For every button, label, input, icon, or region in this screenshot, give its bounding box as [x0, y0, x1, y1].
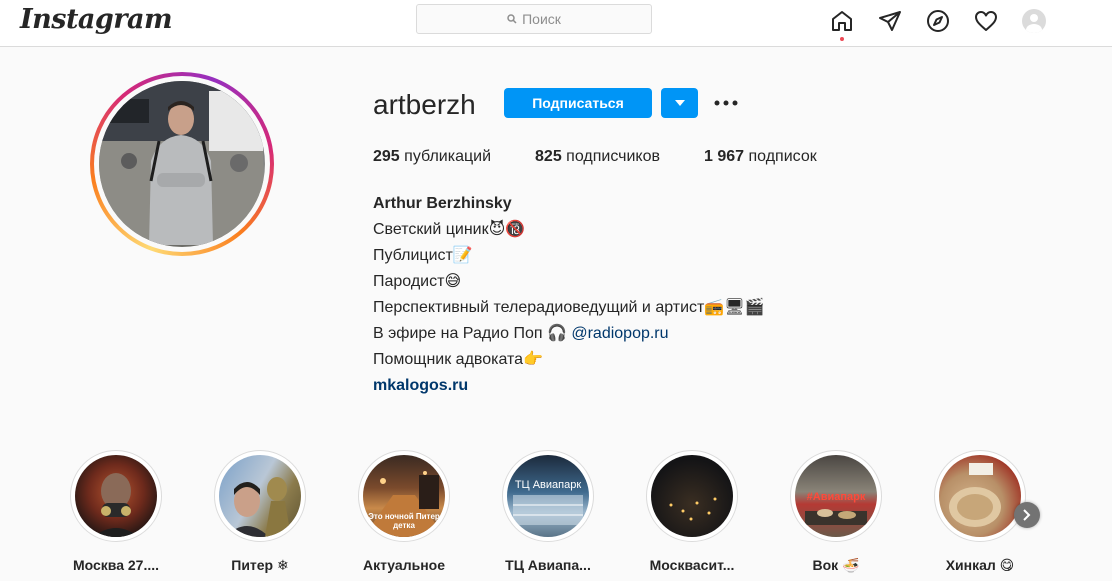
home-button[interactable] — [828, 7, 856, 41]
highlight-item[interactable]: ТЦ Авиапарк ТЦ Авиапа... — [488, 450, 608, 573]
notification-dot — [840, 37, 844, 41]
highlight-item[interactable]: Это ночной Питер детка Актуальное — [344, 450, 464, 573]
profile-bio: Arthur Berzhinsky Светский циник😈🔞 Публи… — [373, 191, 765, 399]
bio-line-text: В эфире на Радио Поп 🎧 — [373, 325, 572, 342]
story-highlights: Москва 27.... Питер ❄ Это ночной Питер д… — [56, 450, 1112, 581]
posts-count: 295 — [373, 148, 400, 165]
explore-icon — [927, 10, 949, 32]
instagram-logo[interactable]: Instagram — [20, 4, 173, 35]
gas-mask-illustration — [93, 473, 139, 537]
direct-button[interactable] — [876, 7, 904, 35]
dish-illustration — [949, 463, 1001, 527]
highlight-ring: #Авиапарк — [790, 450, 882, 542]
more-dots-icon — [714, 100, 738, 106]
bio-line: Светский циник😈🔞 — [373, 221, 526, 238]
explore-button[interactable] — [924, 7, 952, 35]
followers-label: подписчиков — [566, 148, 660, 165]
profile-button[interactable] — [1020, 7, 1048, 35]
profile-avatar-icon — [1022, 9, 1046, 33]
top-navigation-bar: Instagram Поиск — [0, 0, 1112, 47]
highlight-label: ТЦ Авиапа... — [505, 557, 591, 573]
highlight-ring: ТЦ Авиапарк — [502, 450, 594, 542]
bio-line: Публицист📝 — [373, 247, 473, 264]
search-placeholder: Поиск — [522, 11, 561, 27]
highlight-ring — [214, 450, 306, 542]
highlight-cover: ТЦ Авиапарк — [507, 455, 589, 537]
highlight-item[interactable]: #Авиапарк Вок 🍜 — [776, 450, 896, 574]
posts-label: публикаций — [404, 148, 492, 165]
highlight-ring — [70, 450, 162, 542]
following-label: подписок — [748, 148, 817, 165]
direct-icon — [879, 11, 901, 31]
profile-photo-illustration — [99, 81, 263, 245]
following-stat[interactable]: 1 967 подписок — [704, 148, 817, 166]
highlight-label: Вок 🍜 — [812, 557, 860, 573]
highlight-cover: Это ночной Питер детка — [363, 455, 445, 537]
selfie-illustration — [225, 477, 291, 537]
highlight-label: Актуальное — [362, 557, 445, 573]
bio-line: Помощник адвоката👉 — [373, 351, 543, 368]
city-night-illustration — [669, 497, 717, 521]
followers-count: 825 — [535, 148, 562, 165]
follow-button[interactable]: Подписаться — [504, 88, 652, 118]
bio-line: В эфире на Радио Поп 🎧 @radiopop.ru — [373, 321, 765, 347]
highlight-label: Москвасит... — [649, 557, 735, 573]
highlight-label: Москва 27.... — [72, 557, 160, 573]
highlight-label: Хинкал 😋 — [945, 557, 1015, 573]
highlight-ring — [934, 450, 1026, 542]
profile-username: artberzh — [373, 89, 476, 120]
mall-illustration — [513, 495, 583, 525]
profile-photo — [99, 81, 265, 247]
highlight-cover — [219, 455, 301, 537]
search-input[interactable]: Поиск — [416, 4, 652, 34]
highlight-caption: ТЦ Авиапарк — [514, 479, 582, 491]
suggestions-dropdown-button[interactable] — [661, 88, 698, 118]
full-name: Arthur Berzhinsky — [373, 195, 512, 212]
highlight-label: Питер ❄ — [231, 557, 289, 573]
highlight-ring: Это ночной Питер детка — [358, 450, 450, 542]
activity-button[interactable] — [972, 7, 1000, 35]
website-link[interactable]: mkalogos.ru — [373, 373, 765, 399]
heart-icon — [975, 11, 997, 31]
home-icon — [832, 11, 852, 31]
posts-stat: 295 публикаций — [373, 148, 491, 166]
highlight-item[interactable]: Москвасит... — [632, 450, 752, 573]
highlight-ring — [646, 450, 738, 542]
profile-stats: 295 публикаций 825 подписчиков 1 967 под… — [373, 148, 861, 166]
profile-avatar[interactable] — [90, 72, 274, 256]
search-icon — [507, 14, 517, 24]
highlights-next-button[interactable] — [1014, 502, 1040, 528]
highlight-cover: #Авиапарк — [795, 455, 877, 537]
highlight-cover — [75, 455, 157, 537]
highlight-item[interactable]: Питер ❄ — [200, 450, 320, 574]
following-count: 1 967 — [704, 148, 745, 165]
highlight-cover — [939, 455, 1021, 537]
nav-icons — [828, 7, 1068, 41]
avatar-gap — [94, 76, 270, 252]
bio-line: Перспективный телерадиоведущий и артист📻… — [373, 299, 765, 316]
mention-link[interactable]: @radiopop.ru — [571, 325, 668, 342]
highlight-caption: Это ночной Питер детка — [368, 512, 440, 530]
followers-stat[interactable]: 825 подписчиков — [535, 148, 660, 166]
triangle-down-icon — [674, 100, 685, 106]
highlight-cover — [651, 455, 733, 537]
chevron-right-icon — [1023, 509, 1031, 521]
highlight-item[interactable]: Москва 27.... — [56, 450, 176, 573]
bio-line: Пародист😅 — [373, 273, 462, 290]
highlight-caption: #Авиапарк — [806, 491, 866, 503]
more-options-button[interactable] — [712, 92, 740, 114]
